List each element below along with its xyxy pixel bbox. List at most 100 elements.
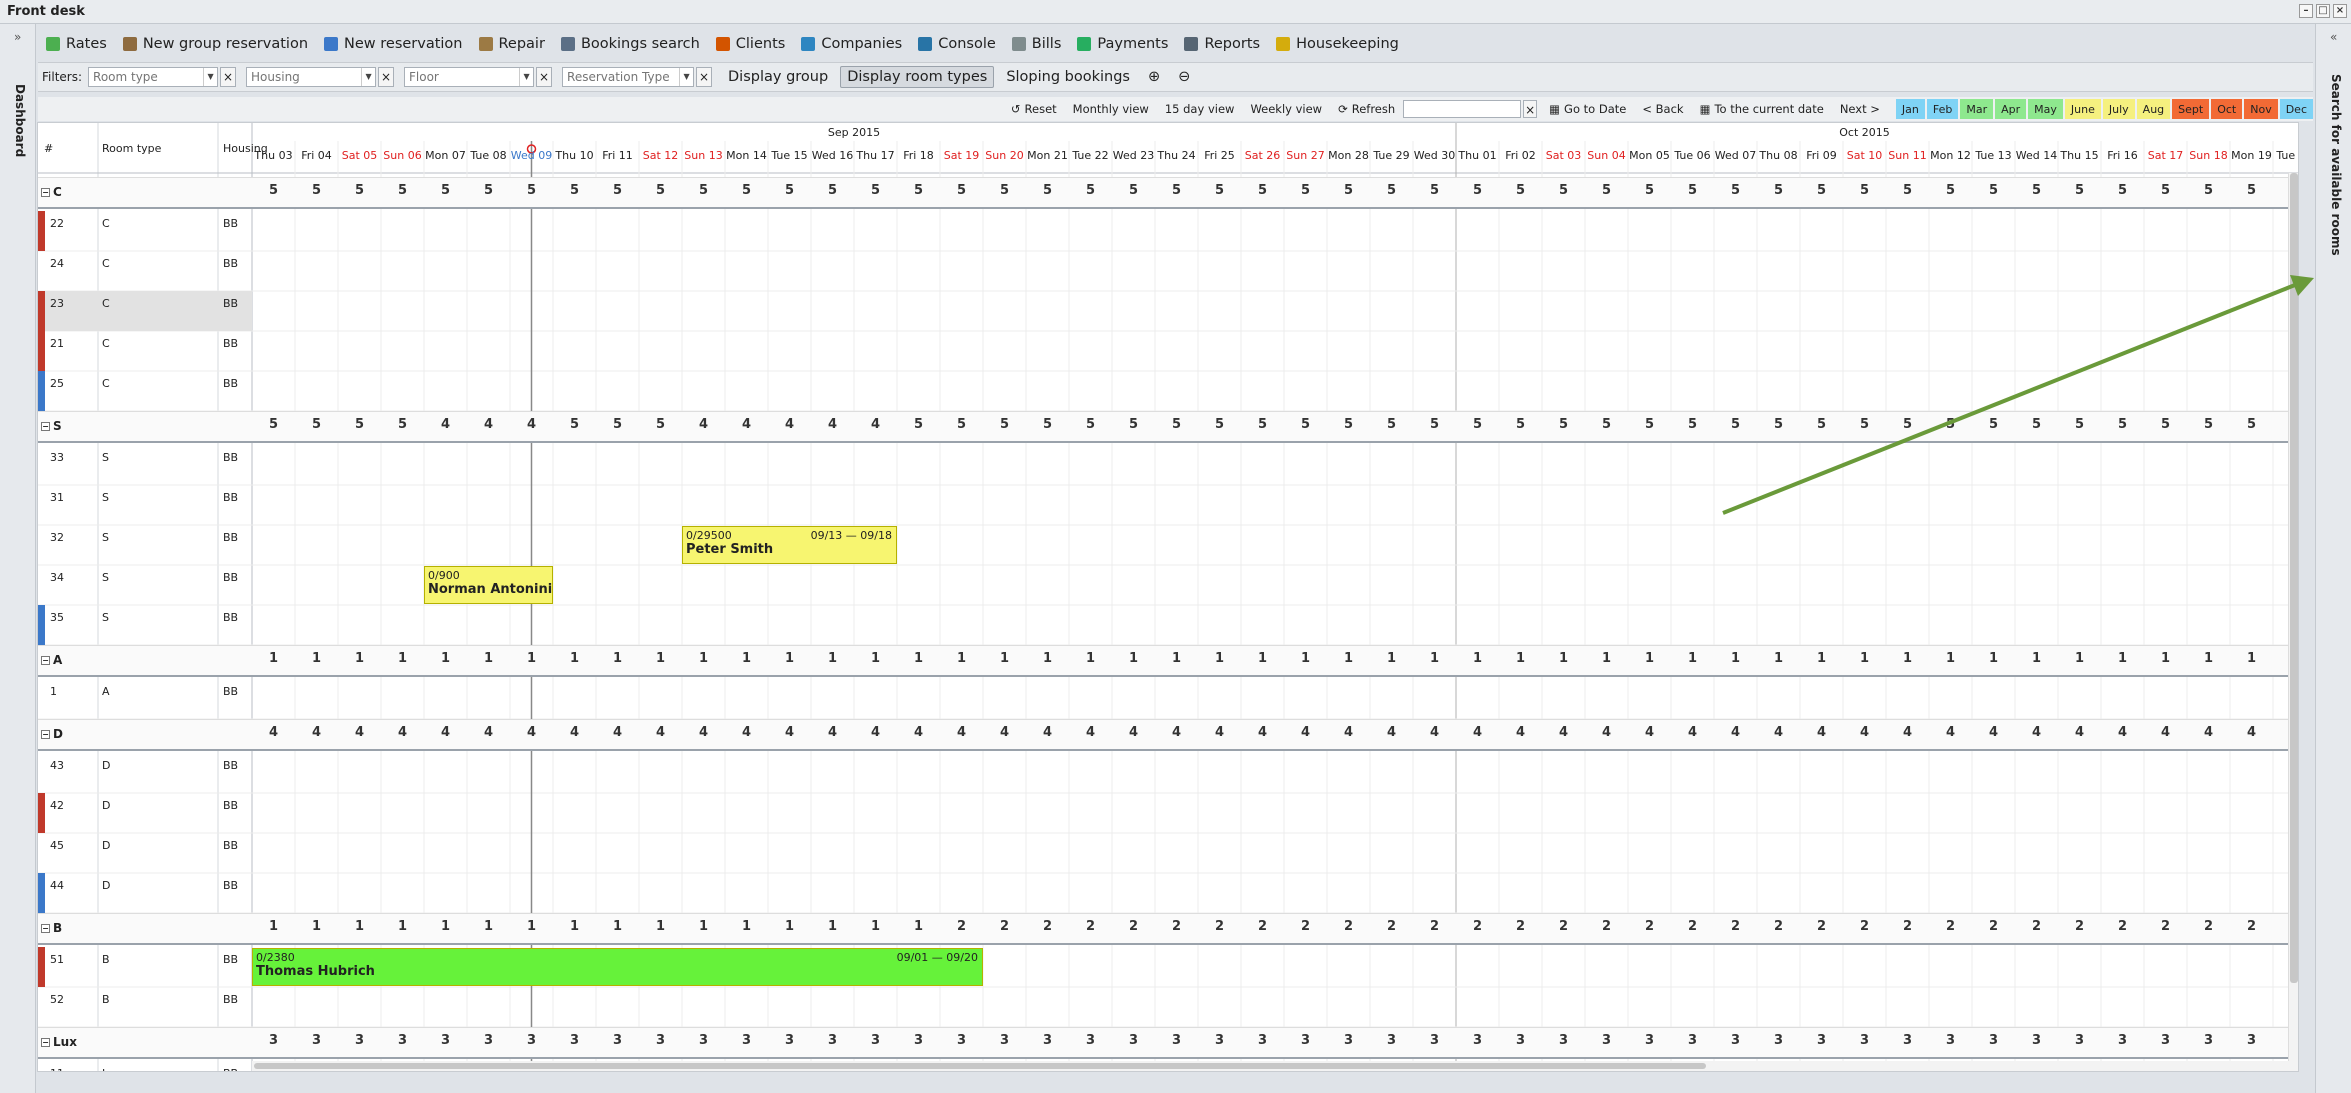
refresh-button[interactable]: ⟳ Refresh [1330, 102, 1403, 116]
menu-item-companies[interactable]: Companies [793, 30, 910, 58]
day-header[interactable]: Tue 29 [1370, 141, 1413, 169]
day-header[interactable]: Fri 09 [1800, 141, 1843, 169]
floor-combo[interactable]: ▼ [404, 67, 560, 87]
day-header[interactable]: Sat 12 [639, 141, 682, 169]
booking-bar[interactable]: 0/29500 Peter Smith 09/13 — 09/18 [682, 526, 897, 564]
collapse-minus-icon[interactable]: − [41, 187, 50, 197]
room-type-combo[interactable]: ▼ [88, 67, 244, 87]
room-number[interactable]: 42 [50, 793, 64, 812]
display-room-types-button[interactable]: Display room types [840, 66, 995, 88]
minimize-icon[interactable]: – [2299, 4, 2313, 18]
day-header[interactable]: Sat 26 [1241, 141, 1284, 169]
search-available-rooms-sidebar[interactable]: « Search for available rooms [2315, 24, 2351, 1093]
group-toggle-lux[interactable]: − Lux [41, 1035, 77, 1049]
room-row[interactable] [38, 525, 2298, 565]
month-button-jan[interactable]: Jan [1895, 99, 1925, 119]
menu-item-console[interactable]: Console [910, 30, 1004, 58]
menu-item-payments[interactable]: Payments [1069, 30, 1176, 58]
collapse-minus-icon[interactable]: − [41, 729, 50, 739]
menu-item-new-group-reservation[interactable]: New group reservation [115, 30, 316, 58]
reservation-type-combo[interactable]: ▼ [562, 67, 718, 87]
room-row[interactable] [38, 679, 2298, 719]
fifteen-day-view-button[interactable]: 15 day view [1157, 102, 1243, 116]
day-header[interactable]: Tue 22 [1069, 141, 1112, 169]
menu-item-bills[interactable]: Bills [1004, 30, 1070, 58]
room-number[interactable]: 1 [50, 679, 57, 698]
day-header[interactable]: Fri 02 [1499, 141, 1542, 169]
clear-date-icon[interactable]: × [1523, 100, 1538, 118]
room-number[interactable]: 52 [50, 987, 64, 1006]
day-header[interactable]: Thu 10 [553, 141, 596, 169]
menu-item-housekeeping[interactable]: Housekeeping [1268, 30, 1407, 58]
group-toggle-d[interactable]: − D [41, 727, 63, 741]
day-header[interactable]: Thu 17 [854, 141, 897, 169]
maximize-icon[interactable]: □ [2316, 4, 2330, 18]
room-row[interactable] [38, 793, 2298, 833]
chevron-down-icon[interactable]: ▼ [361, 68, 375, 86]
day-header[interactable]: Thu 15 [2058, 141, 2101, 169]
room-number[interactable]: 21 [50, 331, 64, 350]
day-header[interactable]: Wed 16 [811, 141, 854, 169]
reset-button[interactable]: ↺ Reset [1003, 102, 1065, 116]
day-header[interactable]: Wed 14 [2015, 141, 2058, 169]
room-row[interactable] [38, 291, 2298, 331]
room-row[interactable] [38, 211, 2298, 251]
day-header[interactable]: Wed 07 [1714, 141, 1757, 169]
collapse-minus-icon[interactable]: − [41, 655, 50, 665]
next-button[interactable]: Next > [1832, 102, 1888, 116]
booking-bar[interactable]: 0/2380 Thomas Hubrich 09/01 — 09/20 [252, 948, 983, 986]
day-header[interactable]: Sun 04 [1585, 141, 1628, 169]
room-row[interactable] [38, 605, 2298, 645]
day-header[interactable]: Sat 05 [338, 141, 381, 169]
collapse-arrows-icon[interactable]: « [2330, 30, 2337, 44]
room-row[interactable] [38, 371, 2298, 411]
go-to-date-button[interactable]: ▦ Go to Date [1541, 102, 1634, 116]
floor-input[interactable] [405, 68, 560, 86]
close-icon[interactable]: × [2333, 4, 2347, 18]
day-header[interactable]: Thu 24 [1155, 141, 1198, 169]
chevron-down-icon[interactable]: ▼ [203, 68, 217, 86]
room-number[interactable]: 43 [50, 753, 64, 772]
month-button-oct[interactable]: Oct [2211, 99, 2243, 119]
month-button-sept[interactable]: Sept [2172, 99, 2210, 119]
month-button-dec[interactable]: Dec [2279, 99, 2313, 119]
collapse-minus-icon[interactable]: − [41, 923, 50, 933]
day-header[interactable]: Sat 17 [2144, 141, 2187, 169]
day-header[interactable]: Thu 03 [252, 141, 295, 169]
room-number[interactable]: 32 [50, 525, 64, 544]
horizontal-scrollbar[interactable] [252, 1061, 2298, 1071]
room-row[interactable] [38, 833, 2298, 873]
display-group-button[interactable]: Display group [722, 67, 834, 87]
day-header[interactable]: Mon 19 [2230, 141, 2273, 169]
current-date-button[interactable]: ▦ To the current date [1692, 102, 1832, 116]
chevron-down-icon[interactable]: ▼ [679, 68, 693, 86]
day-header[interactable]: Sun 11 [1886, 141, 1929, 169]
day-header[interactable]: Thu 01 [1456, 141, 1499, 169]
day-header[interactable]: Tue 13 [1972, 141, 2015, 169]
day-header[interactable]: Sun 27 [1284, 141, 1327, 169]
day-header[interactable]: Mon 05 [1628, 141, 1671, 169]
back-button[interactable]: < Back [1634, 102, 1691, 116]
day-header[interactable]: Sat 03 [1542, 141, 1585, 169]
date-field[interactable] [1403, 100, 1522, 118]
day-header[interactable]: Sun 18 [2187, 141, 2230, 169]
month-button-aug[interactable]: Aug [2136, 99, 2171, 119]
day-header[interactable]: Wed 09 [510, 141, 553, 169]
zoom-out-icon[interactable]: ⊖ [1172, 67, 1196, 87]
room-number[interactable]: 33 [50, 445, 64, 464]
room-number[interactable]: 44 [50, 873, 64, 892]
day-header[interactable]: Wed 23 [1112, 141, 1155, 169]
day-header[interactable]: Sun 06 [381, 141, 424, 169]
day-header[interactable]: Fri 11 [596, 141, 639, 169]
weekly-view-button[interactable]: Weekly view [1242, 102, 1330, 116]
day-header[interactable]: Sun 20 [983, 141, 1026, 169]
day-header[interactable]: Mon 14 [725, 141, 768, 169]
room-row[interactable] [38, 485, 2298, 525]
group-toggle-c[interactable]: − C [41, 185, 62, 199]
room-row[interactable] [38, 565, 2298, 605]
month-button-feb[interactable]: Feb [1926, 99, 1959, 119]
collapse-minus-icon[interactable]: − [41, 421, 50, 431]
day-header[interactable]: Sun 13 [682, 141, 725, 169]
dashboard-sidebar[interactable]: » Dashboard [0, 24, 36, 1093]
room-row[interactable] [38, 753, 2298, 793]
